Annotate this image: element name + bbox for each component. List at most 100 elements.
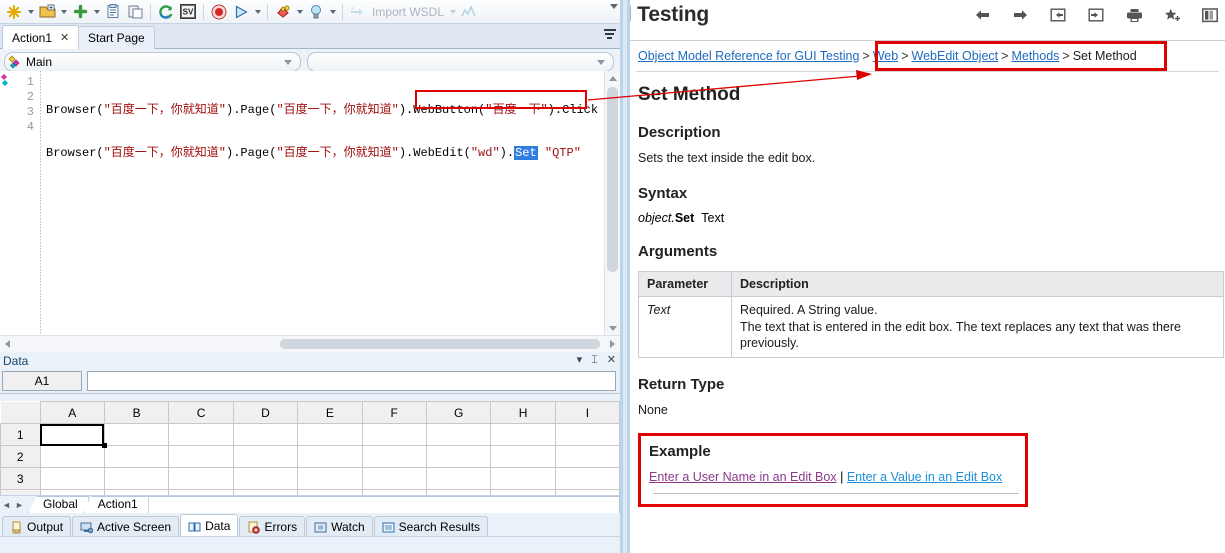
back-arrow-icon[interactable] bbox=[973, 6, 991, 24]
scrollbar-thumb[interactable] bbox=[280, 339, 600, 349]
cell-h3[interactable] bbox=[491, 468, 555, 490]
cell-e1[interactable] bbox=[298, 424, 362, 446]
cell-c2[interactable] bbox=[169, 446, 233, 468]
column-header-d[interactable]: D bbox=[233, 402, 297, 424]
sheet-prev-icon[interactable]: ◄ bbox=[0, 500, 13, 510]
column-header-h[interactable]: H bbox=[491, 402, 555, 424]
sv-icon[interactable]: SV bbox=[177, 1, 199, 22]
editor-horizontal-scrollbar[interactable] bbox=[0, 335, 620, 352]
layout-icon[interactable] bbox=[1201, 6, 1219, 24]
doc-tab-action1[interactable]: Action1 ✕ bbox=[2, 25, 79, 49]
cell-d3[interactable] bbox=[233, 468, 297, 490]
tab-watch[interactable]: Watch bbox=[306, 516, 373, 537]
row-header-2[interactable]: 2 bbox=[1, 446, 41, 468]
scroll-down-icon[interactable] bbox=[605, 321, 620, 336]
scrollbar-thumb[interactable] bbox=[607, 87, 618, 272]
run-dropdown-icon[interactable] bbox=[252, 1, 263, 22]
cell-g3[interactable] bbox=[426, 468, 490, 490]
column-header-f[interactable]: F bbox=[362, 402, 426, 424]
cell-f3[interactable] bbox=[362, 468, 426, 490]
tab-list-menu-icon[interactable] bbox=[604, 29, 616, 41]
lightbulb-dropdown-icon[interactable] bbox=[327, 1, 338, 22]
cell-b1[interactable] bbox=[104, 424, 168, 446]
cell-e2[interactable] bbox=[298, 446, 362, 468]
add-action-icon[interactable] bbox=[69, 1, 91, 22]
action-combo[interactable]: Main bbox=[4, 52, 301, 72]
copy-icon[interactable] bbox=[102, 1, 124, 22]
cell-f2[interactable] bbox=[362, 446, 426, 468]
cell-a2[interactable] bbox=[40, 446, 104, 468]
tab-errors[interactable]: Errors bbox=[239, 516, 305, 537]
cell-i3[interactable] bbox=[555, 468, 619, 490]
method-combo[interactable] bbox=[307, 52, 614, 72]
scroll-right-icon[interactable] bbox=[605, 336, 620, 352]
toolbar-overflow-icon[interactable] bbox=[610, 4, 618, 9]
paste-icon[interactable] bbox=[124, 1, 146, 22]
row-header-1[interactable]: 1 bbox=[1, 424, 41, 446]
add-favorite-icon[interactable] bbox=[1163, 6, 1181, 24]
hide-pane-icon[interactable] bbox=[1049, 6, 1067, 24]
cell-c1[interactable] bbox=[169, 424, 233, 446]
lightbulb-icon[interactable] bbox=[305, 1, 327, 22]
sheet-corner-cell[interactable] bbox=[1, 402, 41, 424]
chevron-down-icon[interactable] bbox=[597, 60, 605, 65]
cell-f1[interactable] bbox=[362, 424, 426, 446]
tab-search-results[interactable]: Search Results bbox=[374, 516, 488, 537]
sheet-tab-action1[interactable]: Action1 bbox=[83, 496, 149, 513]
cell-d2[interactable] bbox=[233, 446, 297, 468]
script-editor[interactable]: 1 2 3 4 Browser("百度一下，你就知道").Page("百度一下，… bbox=[0, 71, 620, 352]
cell-i2[interactable] bbox=[555, 446, 619, 468]
open-test-icon[interactable] bbox=[36, 1, 58, 22]
cell-name-box[interactable]: A1 bbox=[2, 371, 82, 391]
column-header-i[interactable]: I bbox=[555, 402, 619, 424]
add-action-dropdown-icon[interactable] bbox=[91, 1, 102, 22]
scroll-left-icon[interactable] bbox=[0, 336, 15, 352]
column-header-e[interactable]: E bbox=[298, 402, 362, 424]
scroll-up-icon[interactable] bbox=[605, 71, 620, 86]
cell-b3[interactable] bbox=[104, 468, 168, 490]
formula-input[interactable] bbox=[87, 371, 616, 391]
row-header-3[interactable]: 3 bbox=[1, 468, 41, 490]
show-pane-icon[interactable] bbox=[1087, 6, 1105, 24]
column-header-c[interactable]: C bbox=[169, 402, 233, 424]
record-icon[interactable] bbox=[208, 1, 230, 22]
open-test-dropdown-icon[interactable] bbox=[58, 1, 69, 22]
new-test-icon[interactable] bbox=[3, 1, 25, 22]
cell-g1[interactable] bbox=[426, 424, 490, 446]
sheet-tab-global[interactable]: Global bbox=[28, 496, 89, 513]
example-link-user-name[interactable]: Enter a User Name in an Edit Box bbox=[649, 470, 837, 484]
cell-b2[interactable] bbox=[104, 446, 168, 468]
run-icon[interactable] bbox=[230, 1, 252, 22]
cell-h2[interactable] bbox=[491, 446, 555, 468]
breadcrumb-item-root[interactable]: Object Model Reference for GUI Testing bbox=[638, 49, 859, 63]
close-icon[interactable]: ✕ bbox=[60, 31, 69, 44]
pin-icon[interactable]: ⌶ bbox=[591, 355, 598, 366]
new-test-dropdown-icon[interactable] bbox=[25, 1, 36, 22]
column-header-a[interactable]: A bbox=[40, 402, 104, 424]
example-link-value[interactable]: Enter a Value in an Edit Box bbox=[847, 470, 1002, 484]
cell-d1[interactable] bbox=[233, 424, 297, 446]
editor-vertical-scrollbar[interactable] bbox=[604, 71, 620, 336]
object-spy-icon[interactable] bbox=[272, 1, 294, 22]
cell-c3[interactable] bbox=[169, 468, 233, 490]
chevron-down-icon[interactable] bbox=[284, 60, 292, 65]
cell-a1[interactable] bbox=[40, 424, 104, 446]
object-spy-dropdown-icon[interactable] bbox=[294, 1, 305, 22]
column-header-b[interactable]: B bbox=[104, 402, 168, 424]
cell-h1[interactable] bbox=[491, 424, 555, 446]
doc-tab-start-page[interactable]: Start Page bbox=[78, 26, 155, 49]
tab-output[interactable]: Output bbox=[2, 516, 71, 537]
cell-g2[interactable] bbox=[426, 446, 490, 468]
refresh-icon[interactable] bbox=[155, 1, 177, 22]
print-icon[interactable] bbox=[1125, 6, 1143, 24]
dropdown-icon[interactable]: ▾ bbox=[577, 355, 583, 366]
column-header-g[interactable]: G bbox=[426, 402, 490, 424]
cell-a3[interactable] bbox=[40, 468, 104, 490]
sheet-next-icon[interactable]: ► bbox=[13, 500, 26, 510]
tab-active-screen[interactable]: Active Screen bbox=[72, 516, 179, 537]
cell-e3[interactable] bbox=[298, 468, 362, 490]
close-icon[interactable]: ✕ bbox=[607, 355, 616, 366]
cell-i1[interactable] bbox=[555, 424, 619, 446]
pane-splitter[interactable] bbox=[620, 0, 630, 553]
tab-data[interactable]: Data bbox=[180, 514, 238, 537]
